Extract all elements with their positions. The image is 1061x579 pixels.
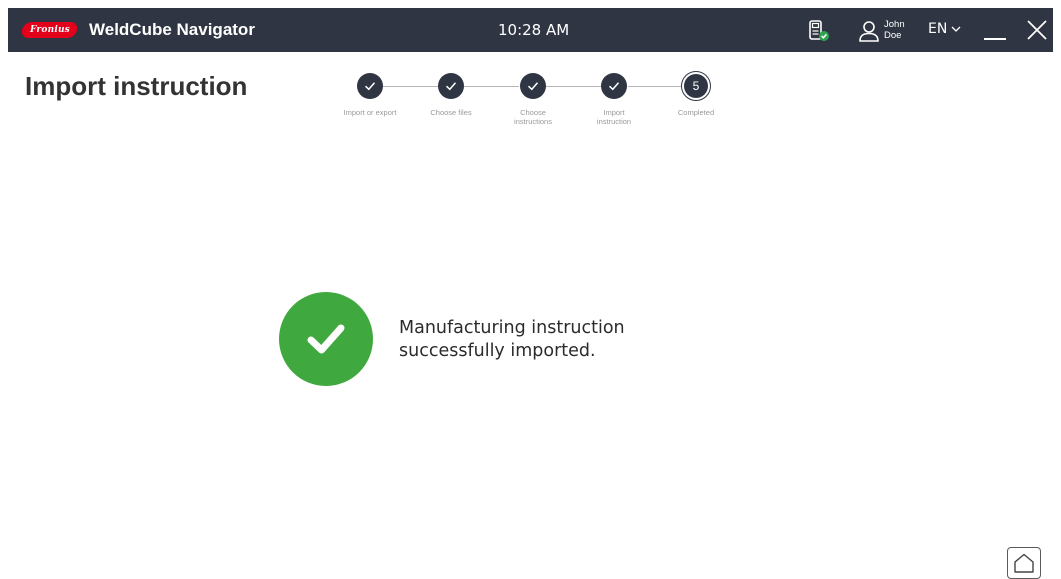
step-connector [464, 86, 519, 87]
success-message-line-1: Manufacturing instruction [399, 318, 625, 338]
user-name[interactable]: John Doe [884, 19, 905, 41]
checkmark-icon [608, 82, 620, 91]
step-3-circle [520, 73, 546, 99]
step-3-label: Choose instructions [514, 108, 552, 126]
step-connector [383, 86, 438, 87]
clock: 10:28 AM [498, 21, 570, 39]
user-icon[interactable] [858, 20, 880, 42]
step-2-label: Choose files [430, 108, 472, 117]
checkmark-icon [527, 82, 539, 91]
checkmark-icon [364, 82, 376, 91]
step-4-circle [601, 73, 627, 99]
step-1-circle [357, 73, 383, 99]
home-icon [1014, 553, 1034, 573]
title-bar: Fronius WeldCube Navigator 10:28 AM John… [8, 8, 1053, 52]
language-selector[interactable]: EN [928, 21, 961, 37]
chevron-down-icon [951, 26, 961, 32]
user-first-name: John [884, 19, 905, 30]
app-title: WeldCube Navigator [89, 20, 255, 39]
page-title: Import instruction [25, 71, 248, 101]
brand-label: Fronius [29, 25, 70, 35]
step-4-label: Import instruction [596, 108, 632, 126]
home-button[interactable] [1007, 547, 1041, 579]
step-connector [546, 86, 601, 87]
step-1-label: Import or export [343, 108, 397, 117]
step-5-label: Completed [677, 108, 715, 117]
close-icon[interactable] [1026, 19, 1048, 41]
step-5-number: 5 [684, 74, 708, 98]
success-message-line-2: successfully imported. [399, 341, 596, 361]
device-status-icon[interactable] [808, 20, 830, 42]
success-message: Manufacturing instruction successfully i… [399, 317, 699, 363]
step-5-circle: 5 [681, 71, 711, 101]
language-label: EN [928, 21, 948, 37]
minimize-icon[interactable] [984, 38, 1006, 40]
step-2-circle [438, 73, 464, 99]
success-icon [279, 292, 373, 386]
step-connector [628, 86, 681, 87]
user-last-name: Doe [884, 30, 902, 41]
checkmark-icon [445, 82, 457, 91]
fronius-logo: Fronius [20, 22, 79, 38]
checkmark-icon [307, 324, 345, 354]
